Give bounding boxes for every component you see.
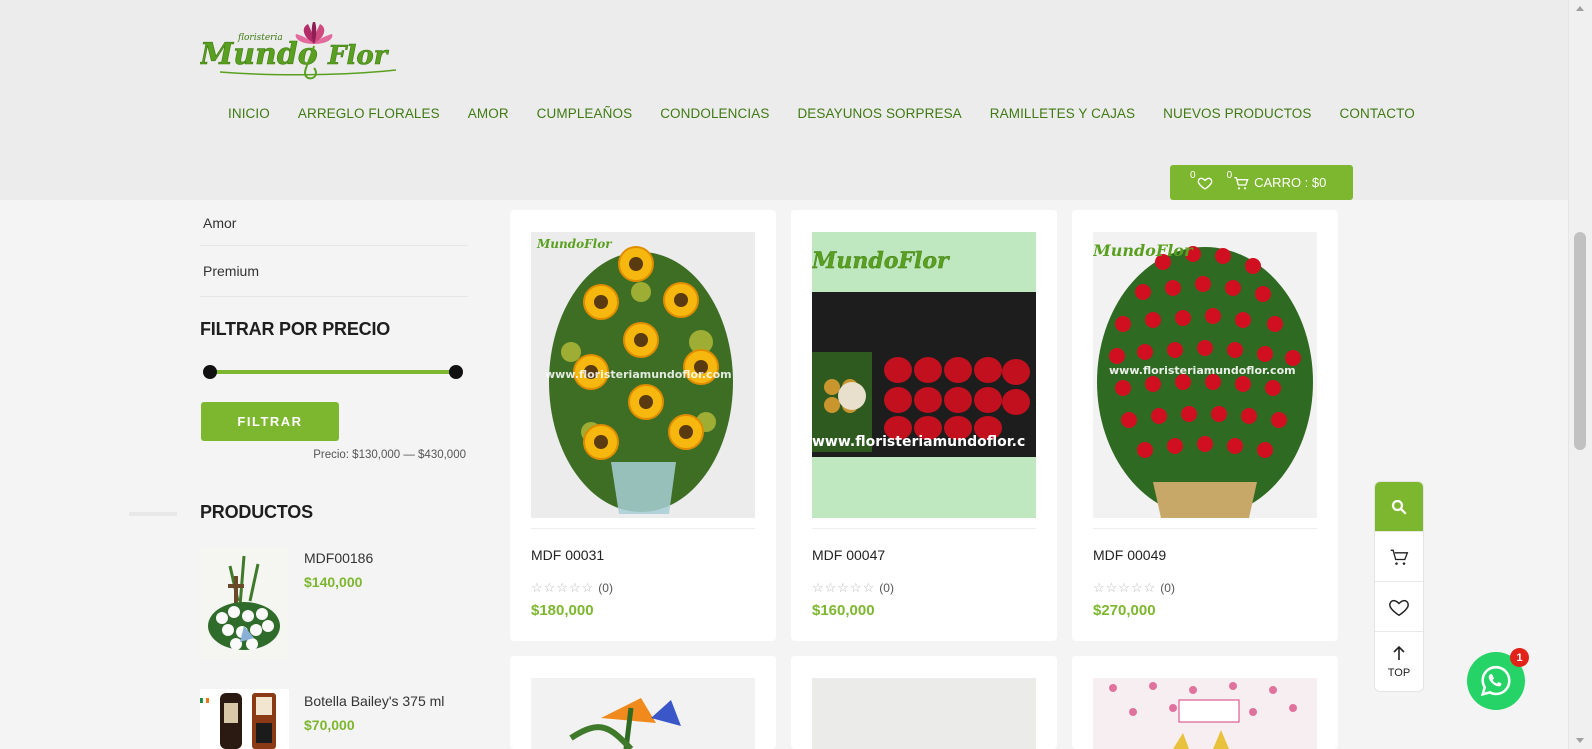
back-to-top-button[interactable]: TOP: [1375, 632, 1423, 691]
nav-inicio[interactable]: INICIO: [214, 106, 284, 121]
price-slider-min-handle[interactable]: [203, 365, 217, 379]
product-card[interactable]: [791, 656, 1057, 749]
cart-icon: [1390, 549, 1409, 565]
nav-condolencias[interactable]: CONDOLENCIAS: [646, 106, 783, 121]
product-watermark: www.floristeriamundoflor.com: [545, 368, 732, 381]
product-name[interactable]: MDF 00049: [1093, 547, 1166, 563]
heart-icon: [1389, 599, 1409, 616]
nav-cumpleanos[interactable]: CUMPLEAÑOS: [523, 106, 647, 121]
search-icon: [1391, 499, 1407, 515]
price-range-text: Precio: $130,000 — $430,000: [313, 449, 466, 461]
product-watermark: www.floristeriamundoflor.c: [812, 434, 1025, 450]
cart-total: CARRO : $0: [1254, 175, 1327, 190]
wishlist-button[interactable]: 0: [1190, 170, 1213, 191]
product-image[interactable]: MundoFlor www.floristeriamundoflor.c: [812, 232, 1036, 518]
products-widget-title: PRODUCTOS: [200, 502, 313, 522]
product-card[interactable]: [510, 656, 776, 749]
nav-desayunos-sorpresa[interactable]: DESAYUNOS SORPRESA: [783, 106, 975, 121]
price-filter-title: FILTRAR POR PRECIO: [200, 319, 391, 339]
whatsapp-icon: [1480, 665, 1511, 697]
cart-count: 0: [1226, 170, 1233, 181]
product-image[interactable]: MundoFlor www.floristeriamundoflor.com: [1093, 232, 1317, 518]
product-card[interactable]: MundoFlor www.floristeriamundoflor.com M…: [510, 210, 776, 641]
arrow-up-icon: [1393, 645, 1405, 660]
sidebar-product-name[interactable]: MDF00186: [304, 550, 373, 566]
product-grid: MundoFlor www.floristeriamundoflor.com M…: [497, 200, 1353, 749]
svg-text:MundoFlor: MundoFlor: [1093, 241, 1194, 260]
product-price: $180,000: [531, 602, 594, 619]
divider: [812, 528, 1036, 529]
floating-toolbar: TOP: [1374, 481, 1424, 692]
divider: [531, 528, 755, 529]
cart-icon: [1234, 176, 1249, 189]
product-card[interactable]: MundoFlor www.floristeriamundoflor.c MDF…: [791, 210, 1057, 641]
filter-button[interactable]: FILTRAR: [201, 402, 339, 441]
sidebar: Amor Premium FILTRAR POR PRECIO FILTRAR …: [200, 200, 468, 749]
page-scrollbar[interactable]: [1568, 0, 1592, 749]
sidebar-product-price: $140,000: [304, 574, 363, 590]
svg-text:Flor: Flor: [327, 41, 390, 71]
product-price: $160,000: [812, 602, 875, 619]
price-slider-max-handle[interactable]: [449, 365, 463, 379]
category-item-amor[interactable]: Amor: [200, 200, 468, 246]
notification-badge: 1: [1510, 648, 1529, 667]
nav-contacto[interactable]: CONTACTO: [1326, 106, 1429, 121]
product-image[interactable]: MundoFlor www.floristeriamundoflor.com: [531, 232, 755, 518]
site-header: floristeria Mundo Flor INICIO ARREGLO FL…: [0, 0, 1568, 200]
product-rating: ☆☆☆☆☆ (0): [1093, 580, 1175, 595]
sidebar-product[interactable]: MDF00186 $140,000: [200, 546, 373, 659]
rating-count: (0): [1160, 581, 1175, 595]
nav-arreglo-florales[interactable]: ARREGLO FLORALES: [284, 106, 454, 121]
heart-icon: [1197, 177, 1212, 190]
product-card[interactable]: MundoFlor www.floristeriamundoflor.com M…: [1072, 210, 1338, 641]
cart-button[interactable]: 0 CARRO : $0: [1227, 170, 1327, 191]
divider: [129, 512, 177, 516]
nav-nuevos-productos[interactable]: NUEVOS PRODUCTOS: [1149, 106, 1325, 121]
product-rating: ☆☆☆☆☆ (0): [531, 580, 613, 595]
rating-count: (0): [879, 581, 894, 595]
back-to-top-label: TOP: [1387, 667, 1411, 679]
svg-text:Mundo: Mundo: [200, 37, 318, 72]
cart-bar: 0 0 CARRO : $0: [1170, 165, 1353, 200]
site-logo[interactable]: floristeria Mundo Flor: [199, 20, 400, 82]
floating-search-button[interactable]: [1375, 482, 1423, 532]
product-watermark: www.floristeriamundoflor.com: [1109, 364, 1296, 377]
main-nav: INICIO ARREGLO FLORALES AMOR CUMPLEAÑOS …: [214, 106, 1429, 121]
divider: [1093, 528, 1317, 529]
scrollbar-thumb[interactable]: [1574, 232, 1586, 450]
category-list: Amor Premium: [200, 200, 468, 297]
nav-ramilletes-y-cajas[interactable]: RAMILLETES Y CAJAS: [976, 106, 1149, 121]
scroll-down-arrow-icon[interactable]: [1576, 738, 1584, 743]
price-slider[interactable]: [203, 365, 463, 379]
product-rating: ☆☆☆☆☆ (0): [812, 580, 894, 595]
nav-amor[interactable]: AMOR: [454, 106, 523, 121]
product-image[interactable]: [812, 678, 1036, 749]
floating-cart-button[interactable]: [1375, 532, 1423, 582]
product-price: $270,000: [1093, 602, 1156, 619]
sidebar-product-name[interactable]: Botella Bailey's 375 ml: [304, 693, 444, 709]
product-name[interactable]: MDF 00031: [531, 547, 604, 563]
wishlist-count: 0: [1190, 170, 1196, 181]
product-card[interactable]: [1072, 656, 1338, 749]
svg-text:MundoFlor: MundoFlor: [536, 237, 613, 251]
sidebar-product-price: $70,000: [304, 717, 355, 733]
scroll-up-arrow-icon[interactable]: [1576, 6, 1584, 11]
product-image[interactable]: [1093, 678, 1317, 749]
svg-text:MundoFlor: MundoFlor: [812, 248, 950, 274]
product-name[interactable]: MDF 00047: [812, 547, 885, 563]
product-thumbnail[interactable]: [200, 546, 289, 659]
category-item-premium[interactable]: Premium: [200, 246, 468, 297]
floating-wishlist-button[interactable]: [1375, 582, 1423, 632]
rating-count: (0): [598, 581, 613, 595]
product-image[interactable]: [531, 678, 755, 749]
product-thumbnail[interactable]: [200, 689, 289, 749]
sidebar-product[interactable]: Botella Bailey's 375 ml $70,000: [200, 689, 444, 749]
